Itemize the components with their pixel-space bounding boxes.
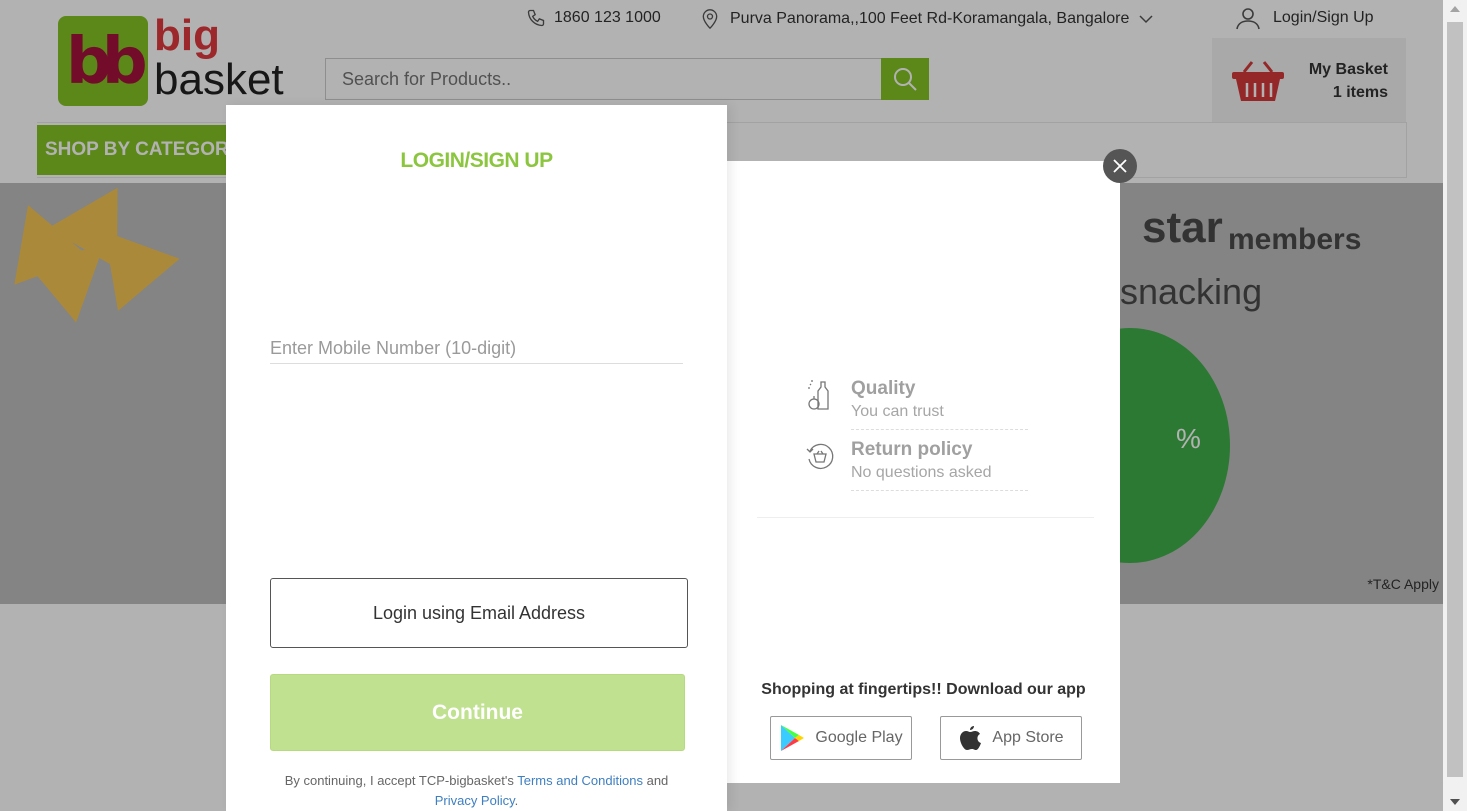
terms-prefix: By continuing, I accept TCP-bigbasket's xyxy=(284,773,514,788)
app-store-button[interactable]: App Store xyxy=(940,716,1082,760)
google-play-button[interactable]: Google Play xyxy=(770,716,912,760)
login-email-button[interactable]: Login using Email Address xyxy=(270,578,688,648)
terms-link[interactable]: Terms and Conditions xyxy=(517,773,643,788)
download-app-text: Shopping at fingertips!! Download our ap… xyxy=(761,681,1086,698)
scroll-down-arrow[interactable] xyxy=(1450,799,1460,805)
feature-subtitle: No questions asked xyxy=(851,464,992,481)
google-play-icon xyxy=(781,725,805,751)
divider xyxy=(757,517,1094,518)
quality-icon xyxy=(805,377,835,413)
privacy-policy-link[interactable]: Privacy Policy xyxy=(435,793,515,808)
feature-subtitle: You can trust xyxy=(851,403,944,420)
modal-info-panel: Quality You can trust Return policy No q… xyxy=(727,161,1120,783)
feature-return-text: Return policy No questions asked xyxy=(851,438,1028,491)
modal-title: LOGIN/SIGN UP xyxy=(400,149,553,172)
close-modal-button[interactable] xyxy=(1103,149,1137,183)
terms-text: By continuing, I accept TCP-bigbasket's … xyxy=(270,771,683,811)
app-store-label: App Store xyxy=(992,729,1064,746)
feature-return-policy: Return policy No questions asked xyxy=(805,438,1028,491)
terms-and: and xyxy=(646,773,669,788)
scroll-thumb[interactable] xyxy=(1447,22,1463,777)
continue-button[interactable]: Continue xyxy=(270,674,685,751)
return-policy-icon xyxy=(805,438,835,474)
feature-quality: Quality You can trust xyxy=(805,377,1028,430)
login-modal: LOGIN/SIGN UP Login using Email Address … xyxy=(226,105,727,811)
mobile-number-input[interactable] xyxy=(270,333,683,364)
feature-title: Return policy xyxy=(851,439,973,460)
google-play-label: Google Play xyxy=(815,729,903,746)
feature-quality-text: Quality You can trust xyxy=(851,377,1028,430)
vertical-scrollbar[interactable] xyxy=(1443,0,1467,811)
feature-title: Quality xyxy=(851,378,916,399)
scroll-up-arrow[interactable] xyxy=(1450,6,1460,12)
apple-icon xyxy=(960,726,982,750)
terms-suffix: . xyxy=(514,793,519,808)
close-icon xyxy=(1113,159,1127,173)
